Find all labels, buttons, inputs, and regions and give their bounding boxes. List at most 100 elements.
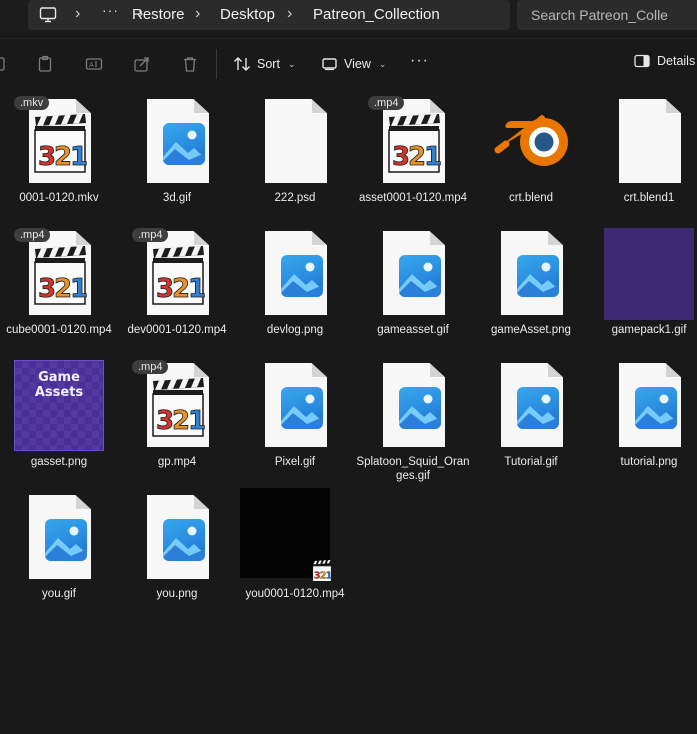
- file-extension-badge: .mp4: [132, 228, 169, 242]
- file-thumbnail: [486, 228, 576, 320]
- media-player-clapperboard-icon: 321: [152, 378, 205, 437]
- chevron-down-icon: ⌄: [287, 58, 296, 69]
- file-thumbnail: [14, 492, 104, 584]
- file-thumbnail: [132, 96, 222, 188]
- paste-icon[interactable]: [36, 55, 54, 73]
- image-file-icon: [399, 255, 441, 297]
- image-file-icon: [281, 387, 323, 429]
- file-item[interactable]: 3 2 1 .mp4 cube0001-0120.mp4: [0, 222, 118, 352]
- image-file-icon: [281, 255, 323, 297]
- file-item[interactable]: crt.blend1: [590, 90, 697, 220]
- file-name: dev0001-0120.mp4: [127, 324, 227, 336]
- delete-icon[interactable]: [181, 55, 199, 73]
- details-pane-icon: [634, 54, 650, 68]
- media-player-clapperboard-icon: 321: [34, 246, 87, 305]
- address-bar-row: › ··· › Restore › Desktop › Patreon_Coll…: [0, 0, 697, 32]
- breadcrumb-patreon-collection[interactable]: Patreon_Collection: [313, 6, 440, 23]
- image-file-icon: [635, 387, 677, 429]
- file-thumbnail: [368, 360, 458, 452]
- file-name: gameasset.gif: [377, 324, 449, 336]
- image-preview: Game Assets: [14, 360, 104, 451]
- breadcrumb-overflow-button[interactable]: ···: [102, 2, 119, 18]
- file-name: Tutorial.gif: [504, 456, 558, 468]
- file-extension-badge: .mp4: [132, 360, 169, 374]
- file-item[interactable]: gameasset.gif: [354, 222, 472, 352]
- file-item[interactable]: tutorial.png: [590, 354, 697, 484]
- file-item[interactable]: 3 2 1 .mp4 asset0001-0120.mp4: [354, 90, 472, 220]
- media-player-clapperboard-icon: 321: [388, 114, 441, 173]
- view-button[interactable]: View ⌄: [322, 54, 386, 74]
- file-thumbnail: [250, 228, 340, 320]
- svg-text:1: 1: [326, 571, 332, 582]
- image-file-icon: [517, 387, 559, 429]
- file-grid: 3 2 1 .mkv 0001-0120.mkv 3d.gif 222.psd 3 2 1 .mp4…: [0, 90, 697, 734]
- search-input[interactable]: Search Patreon_Colle: [517, 0, 697, 30]
- file-name: gasset.png: [30, 456, 88, 468]
- media-player-clapperboard-icon: 321: [152, 246, 205, 305]
- file-thumbnail: 3 2 1 .mkv: [14, 96, 104, 188]
- file-name: crt.blend: [508, 192, 554, 204]
- file-item[interactable]: you.png: [118, 486, 236, 616]
- view-icon: [322, 58, 337, 71]
- file-item[interactable]: 3 2 1 .mp4 dev0001-0120.mp4: [118, 222, 236, 352]
- blender-logo-icon: [494, 115, 568, 166]
- file-extension-badge: .mp4: [368, 96, 405, 110]
- file-item[interactable]: devlog.png: [236, 222, 354, 352]
- details-pane-button[interactable]: Details: [634, 54, 695, 68]
- file-thumbnail: 321: [240, 488, 340, 584]
- file-name: 3d.gif: [162, 192, 192, 204]
- file-name: 222.psd: [274, 192, 316, 204]
- sort-label: Sort: [257, 57, 280, 71]
- file-name: gamepack1.gif: [611, 324, 687, 336]
- see-more-button[interactable]: ···: [410, 52, 429, 70]
- image-file-icon: [163, 519, 205, 561]
- file-item[interactable]: Game Assets gasset.png: [0, 354, 118, 484]
- breadcrumb-desktop[interactable]: Desktop: [220, 6, 275, 23]
- file-item[interactable]: crt.blend: [472, 90, 590, 220]
- rename-icon[interactable]: A: [85, 55, 103, 73]
- chevron-down-icon: ⌄: [378, 58, 387, 69]
- file-thumbnail: 3 2 1 .mp4: [368, 96, 458, 188]
- media-player-clapperboard-icon: 321: [34, 114, 87, 173]
- file-name: Splatoon_Squid_Oranges.gif: [356, 456, 470, 482]
- file-thumbnail: [604, 360, 694, 452]
- file-thumbnail: 3 2 1 .mp4: [14, 228, 104, 320]
- chevron-right-icon: ›: [195, 5, 201, 22]
- file-item[interactable]: gameAsset.png: [472, 222, 590, 352]
- file-item[interactable]: gamepack1.gif: [590, 222, 697, 352]
- file-item[interactable]: 3 2 1 .mp4 gp.mp4: [118, 354, 236, 484]
- file-item[interactable]: 222.psd: [236, 90, 354, 220]
- file-thumbnail: [486, 96, 576, 188]
- sort-icon: [234, 57, 250, 71]
- search-placeholder: Search Patreon_Colle: [531, 7, 668, 23]
- breadcrumb-restore[interactable]: Restore: [132, 6, 185, 23]
- view-label: View: [344, 57, 371, 71]
- file-item[interactable]: 3d.gif: [118, 90, 236, 220]
- file-item[interactable]: Pixel.gif: [236, 354, 354, 484]
- file-name: crt.blend1: [623, 192, 675, 204]
- toolbar-divider: [216, 49, 217, 79]
- file-thumbnail: [368, 228, 458, 320]
- file-thumbnail: [132, 492, 222, 584]
- this-pc-icon[interactable]: [39, 6, 57, 24]
- svg-text:A: A: [89, 61, 94, 69]
- svg-text:1: 1: [188, 274, 205, 304]
- file-thumbnail: Game Assets: [14, 360, 104, 452]
- file-thumbnail: [250, 96, 340, 188]
- file-item[interactable]: 3 2 1 .mkv 0001-0120.mkv: [0, 90, 118, 220]
- chevron-right-icon: ›: [287, 5, 293, 22]
- media-player-clapperboard-icon: 321: [312, 560, 332, 582]
- file-item[interactable]: Splatoon_Squid_Oranges.gif: [354, 354, 472, 484]
- file-name: you.gif: [42, 588, 76, 600]
- address-bar[interactable]: › ··· › Restore › Desktop › Patreon_Coll…: [28, 0, 510, 30]
- file-item[interactable]: 3 2 1 you0001-0120.mp4: [236, 486, 354, 616]
- sort-button[interactable]: Sort ⌄: [233, 54, 295, 74]
- share-icon[interactable]: [133, 55, 151, 73]
- file-item[interactable]: Tutorial.gif: [472, 354, 590, 484]
- file-name: gameAsset.png: [491, 324, 571, 336]
- file-item[interactable]: you.gif: [0, 486, 118, 616]
- copy-icon[interactable]: [0, 55, 8, 73]
- file-name: asset0001-0120.mp4: [358, 192, 468, 204]
- file-thumbnail: [604, 228, 694, 320]
- file-name: gp.mp4: [157, 456, 197, 468]
